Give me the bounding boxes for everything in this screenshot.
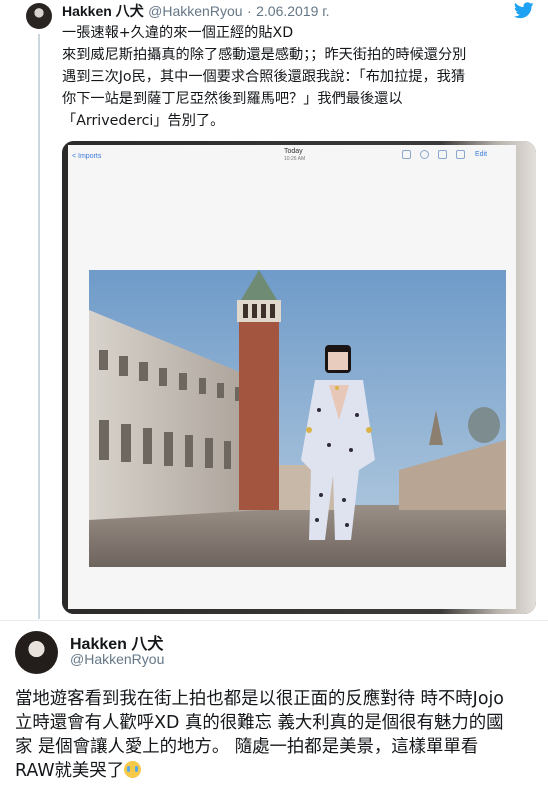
photo-time: 10:26 AM	[284, 156, 306, 162]
tweet-date[interactable]: 2.06.2019 г.	[256, 3, 329, 19]
tablet-screen: < Imports Today 10:26 AM Edit	[68, 145, 516, 609]
tweet-line: 來到威尼斯拍攝真的除了感動還是感動；；昨天街拍的時候還分別	[62, 47, 467, 63]
photo-title: Today	[284, 148, 303, 155]
tweet-line: 當地遊客看到我在街上拍也都是以很正面的反應對待 時不時Jojo	[15, 689, 504, 709]
twitter-bird-icon[interactable]	[514, 2, 534, 19]
tweet-line: 你下一站是到薩丁尼亞然後到羅馬吧？」我們最後還以	[62, 91, 403, 107]
author-handle[interactable]: @HakkenRyou	[148, 3, 242, 19]
tweet-line: 一張速報+久違的來一個正經的貼XD	[62, 25, 294, 41]
tweet-header: Hakken 八犬 @HakkenRyou · 2.06.2019 г.	[62, 2, 330, 21]
loudly-crying-face-icon	[124, 761, 142, 778]
header-separator: ·	[246, 3, 252, 19]
avatar[interactable]	[15, 631, 58, 674]
heart-icon	[420, 150, 429, 159]
avatar[interactable]	[26, 3, 52, 29]
photos-app-toolbar: < Imports Today 10:26 AM Edit	[68, 145, 516, 165]
back-link: < Imports	[72, 153, 102, 160]
tweet-line-text: RAW就美哭了	[15, 761, 125, 781]
tweet-line: 家 是個會讓人愛上的地方。 隨處一拍都是美景，這樣單單看	[15, 737, 479, 757]
tweet-body: 一張速報+久違的來一個正經的貼XD 來到威尼斯拍攝真的除了感動還是感動；；昨天街…	[62, 22, 532, 132]
tweet-line: 立時還會有人歡呼XD 真的很難忘 義大利真的是個很有魅力的國	[15, 713, 504, 733]
tablet-frame: < Imports Today 10:26 AM Edit	[62, 141, 536, 614]
tweet-body: 當地遊客看到我在街上拍也都是以很正面的反應對待 時不時Jojo 立時還會有人歡呼…	[15, 687, 535, 783]
tweet-line: 「Arrivederci」告別了。	[62, 113, 225, 129]
trash-icon	[456, 150, 465, 159]
thread-connector-line	[38, 34, 40, 619]
share-icon	[402, 150, 411, 159]
tweet-first: Hakken 八犬 @HakkenRyou · 2.06.2019 г. 一張速…	[0, 0, 548, 619]
tweet-line: 遇到三次Jo民，其中一個要求合照後還跟我說：「布加拉提，我猜	[62, 69, 466, 85]
tweet-line-last: RAW就美哭了	[15, 759, 535, 783]
author-name[interactable]: Hakken 八犬	[62, 3, 144, 19]
venice-photo	[89, 270, 506, 567]
edit-link: Edit	[475, 151, 488, 158]
info-icon	[438, 150, 447, 159]
tweet-second: Hakken 八犬 @HakkenRyou 當地遊客看到我在街上拍也都是以很正面…	[0, 620, 548, 788]
author-handle[interactable]: @HakkenRyou	[70, 651, 164, 667]
tweet-photo[interactable]: < Imports Today 10:26 AM Edit	[62, 141, 536, 614]
